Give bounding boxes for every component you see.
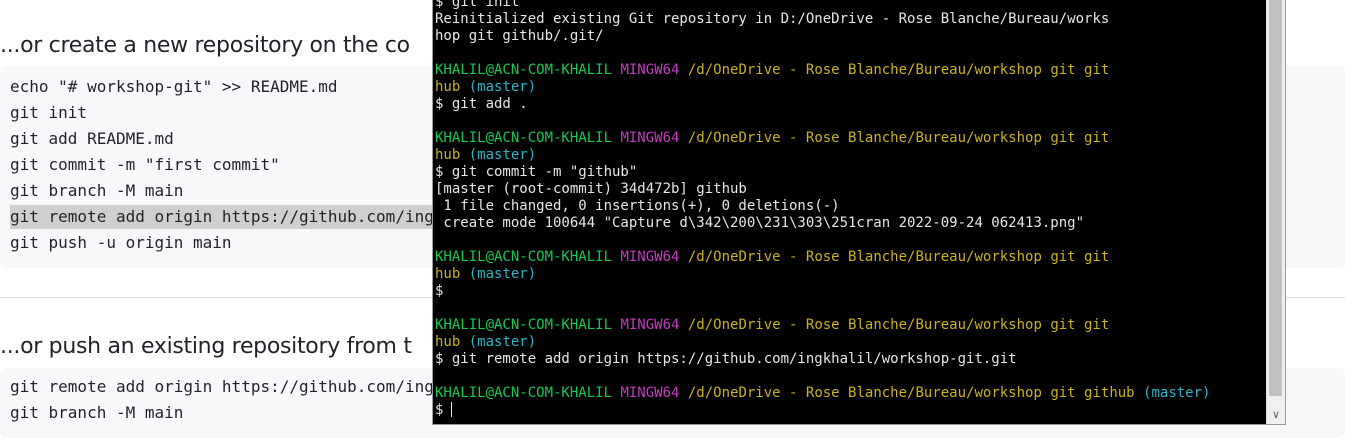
prompt-user: KHALIL@ACN-COM-KHALIL	[435, 385, 613, 401]
prompt-msys: MINGW64	[612, 62, 680, 78]
terminal-window[interactable]: $ git init Reinitialized existing Git rep…	[432, 0, 1286, 425]
terminal-line: $ git remote add origin https://github.c…	[435, 351, 1210, 368]
terminal-line: hub (master)	[435, 334, 1210, 351]
terminal-output[interactable]: $ git init Reinitialized existing Git rep…	[435, 0, 1210, 419]
prompt-path: hub	[435, 79, 461, 95]
code-line: git remote add origin https://github.com…	[10, 377, 434, 396]
terminal-text: $ git remote add origin https://github.c…	[435, 351, 1017, 367]
terminal-line: 1 file changed, 0 insertions(+), 0 delet…	[435, 198, 1210, 215]
prompt-branch: (master)	[460, 79, 537, 95]
prompt-path: hub	[435, 334, 461, 350]
terminal-line: KHALIL@ACN-COM-KHALIL MINGW64 /d/OneDriv…	[435, 317, 1210, 334]
terminal-line: KHALIL@ACN-COM-KHALIL MINGW64 /d/OneDriv…	[435, 62, 1210, 79]
terminal-text: $	[435, 283, 444, 299]
scrollbar-thumb[interactable]	[1269, 0, 1282, 396]
prompt-path: /d/OneDrive - Rose Blanche/Bureau/worksh…	[679, 130, 1110, 146]
terminal-line: $	[435, 402, 1210, 419]
code-line: git init	[10, 103, 88, 122]
terminal-text: $ git add .	[435, 96, 528, 112]
terminal-line: hub (master)	[435, 147, 1210, 164]
terminal-line: [master (root-commit) 34d472b] github	[435, 181, 1210, 198]
text-cursor	[451, 402, 453, 417]
terminal-text: create mode 100644 "Capture d\342\200\23…	[435, 215, 1085, 231]
terminal-line: $ git init	[435, 0, 1210, 11]
terminal-line: hub (master)	[435, 79, 1210, 96]
code-line: git commit -m "first commit"	[10, 155, 280, 174]
prompt-path: /d/OneDrive - Rose Blanche/Bureau/worksh…	[679, 62, 1110, 78]
code-line: git branch -M main	[10, 181, 184, 200]
code-line: git branch -M main	[10, 403, 184, 422]
prompt-path: hub	[435, 147, 461, 163]
code-line: echo "# workshop-git" >> README.md	[10, 77, 338, 96]
prompt-path: /d/OneDrive - Rose Blanche/Bureau/worksh…	[679, 317, 1110, 333]
prompt-path: /d/OneDrive - Rose Blanche/Bureau/worksh…	[679, 249, 1110, 265]
prompt-branch: (master)	[1134, 385, 1211, 401]
terminal-text: 1 file changed, 0 insertions(+), 0 delet…	[435, 198, 840, 214]
terminal-line: hop git github/.git/	[435, 28, 1210, 45]
terminal-scrollbar[interactable]: ∨	[1266, 0, 1285, 424]
terminal-line: $ git add .	[435, 96, 1210, 113]
terminal-text: $ git init	[435, 0, 520, 10]
prompt-user: KHALIL@ACN-COM-KHALIL	[435, 317, 613, 333]
prompt-user: KHALIL@ACN-COM-KHALIL	[435, 62, 613, 78]
prompt-msys: MINGW64	[612, 130, 680, 146]
terminal-text: $ git commit -m "github"	[435, 164, 638, 180]
terminal-line: Reinitialized existing Git repository in…	[435, 11, 1210, 28]
push-repo-heading: ...or push an existing repository from t	[0, 334, 412, 359]
prompt-user: KHALIL@ACN-COM-KHALIL	[435, 130, 613, 146]
terminal-text: [master (root-commit) 34d472b] github	[435, 181, 747, 197]
prompt-user: KHALIL@ACN-COM-KHALIL	[435, 249, 613, 265]
terminal-line: $	[435, 283, 1210, 300]
chevron-down-icon[interactable]: ∨	[1267, 404, 1285, 424]
code-line-selected[interactable]: git remote add origin https://github.com…	[10, 205, 438, 229]
code-line: git push -u origin main	[10, 233, 232, 252]
prompt-branch: (master)	[460, 147, 537, 163]
prompt-branch: (master)	[460, 334, 537, 350]
prompt-path: /d/OneDrive - Rose Blanche/Bureau/worksh…	[679, 385, 1135, 401]
prompt-path: hub	[435, 266, 461, 282]
prompt-branch: (master)	[460, 266, 537, 282]
terminal-line: $ git commit -m "github"	[435, 164, 1210, 181]
terminal-line: create mode 100644 "Capture d\342\200\23…	[435, 215, 1210, 232]
terminal-text: Reinitialized existing Git repository in…	[435, 11, 1110, 27]
terminal-text: $	[435, 402, 444, 418]
prompt-msys: MINGW64	[612, 385, 680, 401]
terminal-line: hub (master)	[435, 266, 1210, 283]
terminal-line: KHALIL@ACN-COM-KHALIL MINGW64 /d/OneDriv…	[435, 385, 1210, 402]
code-line: git add README.md	[10, 129, 174, 148]
terminal-line: KHALIL@ACN-COM-KHALIL MINGW64 /d/OneDriv…	[435, 130, 1210, 147]
terminal-line: KHALIL@ACN-COM-KHALIL MINGW64 /d/OneDriv…	[435, 249, 1210, 266]
prompt-msys: MINGW64	[612, 317, 680, 333]
prompt-msys: MINGW64	[612, 249, 680, 265]
create-repo-heading: ...or create a new repository on the co	[0, 33, 410, 58]
terminal-text: hop git github/.git/	[435, 28, 604, 44]
